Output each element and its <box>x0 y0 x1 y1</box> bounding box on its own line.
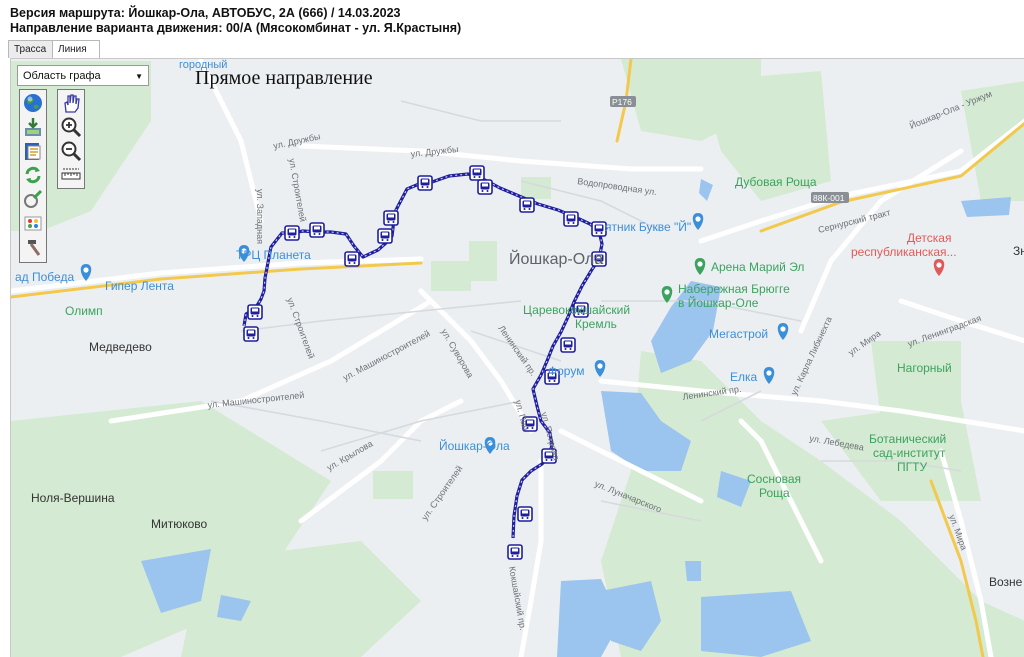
map-label-sosnovaya2: Роща <box>759 486 790 500</box>
tab-liniya[interactable]: Линия <box>52 40 100 59</box>
tab-trassa[interactable]: Трасса <box>8 40 56 58</box>
map-label-botanic3: ПГТУ <box>897 460 927 474</box>
area-select-dropdown[interactable]: Область графа ▼ <box>17 65 149 86</box>
map-label-88k: 88К-001 <box>813 193 845 203</box>
hammer-icon[interactable] <box>22 236 44 258</box>
map-toolbar-right <box>57 89 85 189</box>
bus-stop-icon[interactable] <box>417 175 433 191</box>
map-label-elka: Елка <box>730 370 758 384</box>
bus-stop-icon[interactable] <box>519 197 535 213</box>
map-label-city: Йошкар-Ола <box>509 249 603 268</box>
map-label-pamyatnik: ятник Букве "Й" <box>605 219 691 234</box>
map-canvas[interactable]: Йошкар-Ола ТРЦ Планета Гипер Лента ад По… <box>11 59 1024 657</box>
download-icon[interactable] <box>22 116 44 138</box>
map-label-detskaya2: республиканская... <box>851 245 957 259</box>
bus-stop-icon[interactable] <box>344 251 360 267</box>
map-label-vozn: Возне <box>989 575 1023 589</box>
map-label-trc-planeta: ТРЦ Планета <box>236 248 311 262</box>
edit-icon[interactable] <box>22 188 44 210</box>
map-label-bryugge2: в Йошкар-Оле <box>678 295 759 310</box>
map-label-bryugge: Набережная Брюгге <box>678 282 790 296</box>
zoom-out-icon[interactable] <box>60 140 82 162</box>
map-label-r176: Р176 <box>612 97 632 107</box>
map-label-sosnovaya1: Сосновая <box>747 472 801 486</box>
map-label-megastroy: Мегастрой <box>709 327 768 341</box>
bus-stop-icon[interactable] <box>560 337 576 353</box>
map-label-tsarevo1: Царевококшайский <box>523 303 630 317</box>
route-version-title: Версия маршрута: Йошкар-Ола, АВТОБУС, 2А… <box>10 6 401 20</box>
map-label-nagorny: Нагорный <box>897 361 952 375</box>
bus-stop-icon[interactable] <box>517 506 533 522</box>
map-label-olimp: Олимп <box>65 304 103 318</box>
map-label-giper-lenta: Гипер Лента <box>105 279 174 293</box>
map-frame: Йошкар-Ола ТРЦ Планета Гипер Лента ад По… <box>10 58 1024 657</box>
bus-stop-icon[interactable] <box>377 228 393 244</box>
direction-map-title: Прямое направление <box>195 67 373 89</box>
street-label-zapadnaya: ул. Западная <box>255 189 265 244</box>
ruler-icon[interactable] <box>60 164 82 186</box>
bus-stop-icon[interactable] <box>469 165 485 181</box>
map-label-mityukovo: Митюково <box>151 517 207 531</box>
map-label-lad-pobeda: ад Победа <box>15 270 74 284</box>
refresh-icon[interactable] <box>22 164 44 186</box>
chevron-down-icon: ▼ <box>135 72 143 81</box>
map-label-tsarevo2: Кремль <box>575 317 617 331</box>
map-label-botanic1: Ботанический <box>869 432 946 446</box>
bus-stop-icon[interactable] <box>309 222 325 238</box>
globe-icon[interactable] <box>22 92 44 114</box>
map-label-detskaya1: Детская <box>907 231 951 245</box>
map-label-botanic2: сад-институт <box>873 446 946 460</box>
zoom-in-icon[interactable] <box>60 116 82 138</box>
bus-stop-icon[interactable] <box>243 326 259 342</box>
map-toolbar-left <box>19 89 47 263</box>
bus-stop-icon[interactable] <box>383 210 399 226</box>
map-label-dubovaya: Дубовая Роща <box>735 175 817 189</box>
bus-stop-icon[interactable] <box>284 225 300 241</box>
map-label-station: Йошкар-Ола <box>439 438 510 453</box>
hand-icon[interactable] <box>60 92 82 114</box>
bus-stop-icon[interactable] <box>591 221 607 237</box>
bus-stop-icon[interactable] <box>477 179 493 195</box>
bus-stop-icon[interactable] <box>563 211 579 227</box>
map-label-medvedevo: Медведево <box>89 340 152 354</box>
map-label-forum: Форум <box>548 364 584 378</box>
bus-stop-icon[interactable] <box>507 544 523 560</box>
clipboard-icon[interactable] <box>22 140 44 162</box>
map-label-arena: Арена Марий Эл <box>711 260 804 274</box>
area-select-value: Область графа <box>23 70 101 82</box>
map-label-zn: Зн <box>1013 244 1024 258</box>
direction-title: Направление варианта движения: 00/А (Мяс… <box>10 21 462 35</box>
palette-icon[interactable] <box>22 212 44 234</box>
map-label-nolya: Ноля-Вершина <box>31 491 115 505</box>
bus-stop-icon[interactable] <box>247 304 263 320</box>
